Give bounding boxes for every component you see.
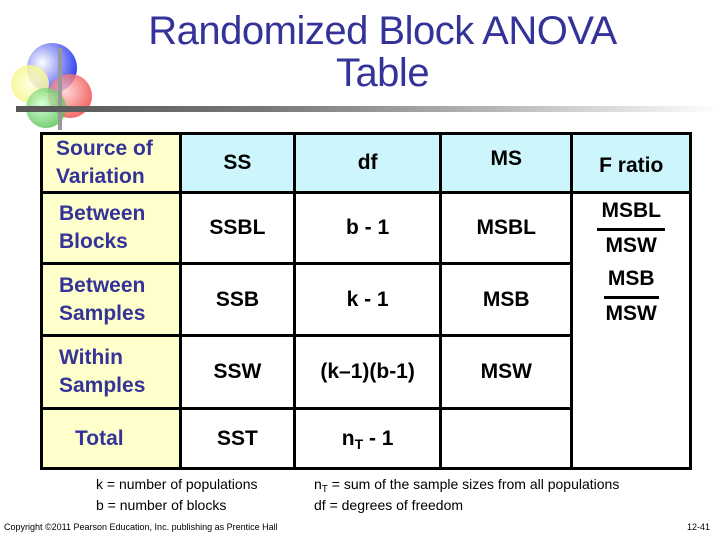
ms-cell: MSW: [439, 334, 574, 410]
source-cell: Between Samples: [40, 262, 182, 337]
ss-cell: SST: [178, 407, 297, 470]
anova-table: Source of Variation SS df MS F ratio Bet…: [40, 132, 692, 470]
title-line-1: Randomized Block ANOVA: [148, 9, 617, 53]
f-denominator: MSW: [605, 302, 657, 325]
header-f-ratio: F ratio: [570, 132, 692, 194]
notes-right: nT = sum of the sample sizes from all po…: [314, 474, 619, 516]
slide-title: Randomized Block ANOVA Table: [100, 10, 665, 94]
header-ss: SS: [178, 132, 297, 194]
copyright-text: Copyright ©2011 Pearson Education, Inc. …: [4, 522, 278, 532]
title-line-2: Table: [335, 51, 430, 95]
table-header-row: Source of Variation SS df MS F ratio: [40, 132, 692, 194]
title-underline-rule: [16, 106, 720, 112]
ms-cell: MSBL: [439, 191, 574, 265]
f-numerator: MSB: [603, 268, 659, 299]
page-number: 12-41: [686, 522, 710, 532]
source-cell: Within Samples: [40, 334, 182, 410]
table-row: Between Blocks SSBL b - 1 MSBL MSBL MSW M…: [40, 191, 692, 470]
note-df: df = degrees of freedom: [314, 497, 464, 513]
header-df: df: [293, 132, 443, 194]
note-b: b = number of blocks: [96, 497, 227, 513]
df-cell: (k–1)(b-1): [293, 334, 443, 410]
ss-cell: SSW: [178, 334, 297, 410]
decorative-circles-logo: [11, 43, 92, 128]
notes-left: k = number of populations b = number of …: [96, 474, 258, 516]
f-ratio-samples: MSB MSW: [603, 268, 659, 325]
ss-cell: SSB: [178, 262, 297, 337]
header-source-of-variation: Source of Variation: [40, 132, 182, 194]
vertical-accent-line: [58, 48, 62, 130]
ss-cell: SSBL: [178, 191, 297, 265]
f-ratio-cell: MSBL MSW MSB MSW: [570, 191, 692, 470]
ms-cell: MSB: [439, 262, 574, 337]
source-cell: Total: [40, 407, 182, 470]
ms-cell-empty: [439, 407, 574, 470]
note-nt: nT = sum of the sample sizes from all po…: [314, 476, 620, 495]
df-cell: nT - 1: [293, 407, 443, 470]
header-ms: MS: [439, 132, 574, 194]
f-ratio-blocks: MSBL MSW: [597, 200, 665, 257]
f-numerator: MSBL: [597, 200, 665, 231]
df-cell: k - 1: [293, 262, 443, 337]
df-cell: b - 1: [293, 191, 443, 265]
note-k: k = number of populations: [96, 476, 258, 492]
source-cell: Between Blocks: [40, 191, 182, 265]
f-denominator: MSW: [605, 234, 657, 257]
